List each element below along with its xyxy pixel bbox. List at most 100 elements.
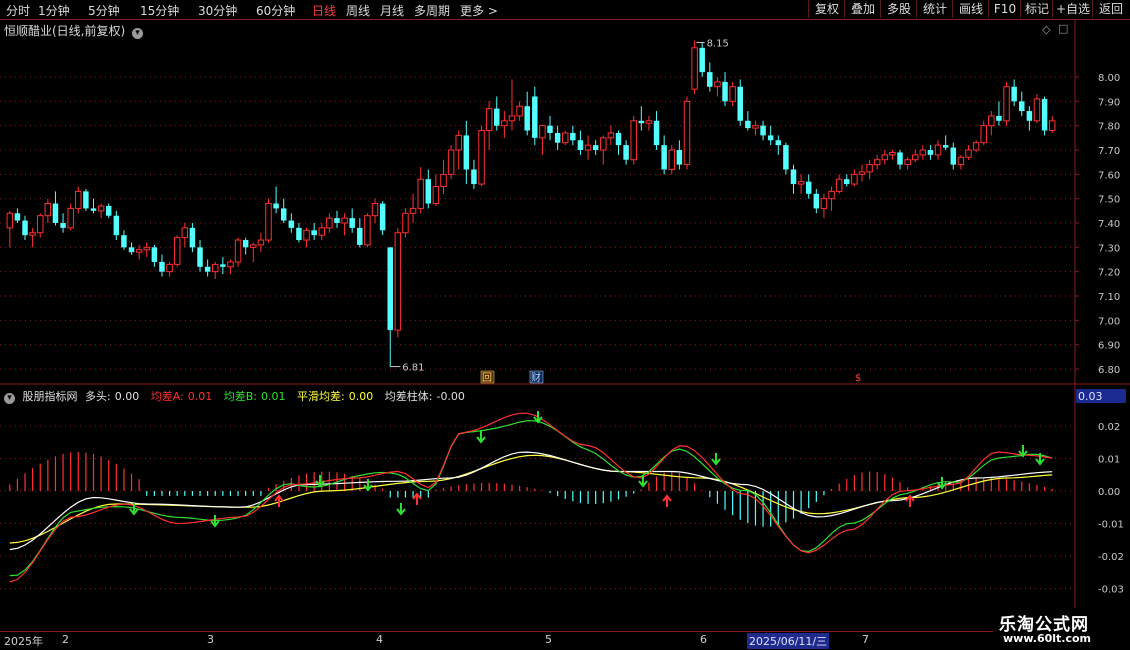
candle-body-down bbox=[357, 227, 363, 245]
candle-body-up bbox=[394, 232, 402, 331]
candle-body-down bbox=[379, 203, 386, 231]
diff-a-line bbox=[9, 412, 1053, 583]
candle-body-up bbox=[828, 190, 835, 200]
candle-body-down bbox=[204, 266, 211, 272]
candle-body-up bbox=[539, 125, 546, 139]
candle-body-down bbox=[1019, 101, 1025, 112]
candle-body-down bbox=[942, 145, 949, 148]
overlay-button[interactable]: 叠加 bbox=[844, 0, 881, 18]
candle-body-up bbox=[371, 203, 379, 217]
mark-button[interactable]: 标记 bbox=[1020, 0, 1053, 18]
candle-body-down bbox=[737, 86, 743, 121]
event-marker: $ bbox=[855, 373, 861, 384]
candle-body-down bbox=[524, 106, 530, 131]
diff-b-line bbox=[9, 420, 1053, 577]
candle-body-up bbox=[866, 164, 873, 173]
candle-body-up bbox=[797, 181, 805, 185]
candle-body-down bbox=[615, 132, 622, 146]
sell-arrow-icon bbox=[533, 411, 543, 424]
candle-body-down bbox=[897, 152, 903, 165]
add-favorite-button[interactable]: +自选 bbox=[1052, 0, 1093, 18]
selected-date-badge: 2025/06/11/三 bbox=[747, 633, 830, 649]
candle-body-down bbox=[676, 150, 683, 165]
price-tick-label: 6.80 bbox=[1098, 365, 1120, 376]
candle-body-down bbox=[1011, 86, 1017, 102]
indicator-chart[interactable]: 0.02 0.01 0.00 -0.01 -0.02 -0.03 0.03 bbox=[0, 385, 1130, 631]
tab-more[interactable]: 更多 > bbox=[460, 2, 498, 19]
multi-stock-button[interactable]: 多股 bbox=[880, 0, 917, 18]
date-label-apr: 4 bbox=[376, 633, 383, 646]
candle-body-up bbox=[729, 86, 736, 102]
statistics-button[interactable]: 统计 bbox=[916, 0, 953, 18]
tab-5min[interactable]: 5分钟 bbox=[88, 2, 120, 19]
candle-body-down bbox=[113, 215, 120, 236]
candle-body-down bbox=[570, 132, 576, 141]
candle-body-down bbox=[14, 213, 21, 221]
candle-body-up bbox=[835, 178, 843, 192]
candle-body-down bbox=[767, 135, 774, 141]
candle-body-down bbox=[996, 115, 1002, 121]
adjust-button[interactable]: 复权 bbox=[808, 0, 845, 18]
tab-daily[interactable]: 日线 bbox=[312, 2, 336, 19]
candle-body-up bbox=[501, 120, 508, 127]
tab-intraday[interactable]: 分时 bbox=[6, 2, 30, 19]
candle-body-up bbox=[820, 198, 828, 209]
tab-multi-period[interactable]: 多周期 bbox=[414, 2, 450, 19]
price-tick-label: 7.50 bbox=[1098, 195, 1120, 206]
candle-body-up bbox=[683, 100, 691, 166]
candle-body-up bbox=[37, 215, 44, 234]
indicator-tick-label: -0.02 bbox=[1098, 552, 1124, 563]
tab-15min[interactable]: 15分钟 bbox=[140, 2, 179, 19]
candle-body-down bbox=[273, 203, 279, 209]
indicator-tick-label: -0.03 bbox=[1098, 585, 1124, 596]
watermark-url: www.60lt.com bbox=[1003, 632, 1092, 645]
price-tick-label: 7.10 bbox=[1098, 292, 1120, 303]
candle-body-down bbox=[90, 208, 97, 211]
candle-body-up bbox=[341, 217, 348, 224]
candle-body-down bbox=[22, 220, 28, 236]
candle-body-up bbox=[691, 47, 698, 90]
candlestick-chart[interactable]: 8.00 7.90 7.80 7.70 7.60 7.50 7.40 7.30 7.20 7.10… bbox=[0, 20, 1130, 385]
candle-body-up bbox=[303, 229, 310, 241]
candle-body-up bbox=[432, 186, 440, 205]
candle-body-up bbox=[881, 154, 889, 161]
candle-body-up bbox=[417, 178, 424, 209]
candle-body-down bbox=[638, 120, 645, 124]
candle-body-down bbox=[159, 261, 165, 272]
tab-60min[interactable]: 60分钟 bbox=[256, 2, 295, 19]
candle-body-down bbox=[844, 179, 850, 185]
event-marker: 回 bbox=[482, 372, 492, 384]
tab-1min[interactable]: 1分钟 bbox=[38, 2, 70, 19]
candle-body-down bbox=[805, 181, 812, 194]
candle-body-down bbox=[699, 47, 705, 73]
tab-30min[interactable]: 30分钟 bbox=[198, 2, 237, 19]
back-button[interactable]: 返回 bbox=[1092, 0, 1129, 18]
date-label-jul: 7 bbox=[862, 633, 869, 646]
sell-arrow-icon bbox=[396, 503, 406, 516]
candle-body-down bbox=[52, 203, 59, 223]
date-label-year: 2025年 bbox=[4, 635, 43, 648]
candle-body-up bbox=[227, 261, 234, 268]
candle-body-down bbox=[1026, 111, 1033, 121]
candle-body-up bbox=[402, 212, 409, 234]
price-tick-label: 7.40 bbox=[1098, 219, 1120, 230]
candle-body-up bbox=[212, 263, 219, 273]
candle-body-down bbox=[189, 227, 196, 248]
candle-body-down bbox=[280, 208, 287, 221]
tab-monthly[interactable]: 月线 bbox=[380, 2, 404, 19]
candle-body-down bbox=[775, 140, 782, 146]
candle-body-up bbox=[957, 156, 965, 166]
date-axis: 2025年 2 3 4 5 6 2025/06/11/三 7 bbox=[0, 631, 1075, 649]
high-price-label: 8.15 bbox=[707, 39, 729, 50]
bull-line bbox=[9, 451, 1053, 551]
tab-weekly[interactable]: 周线 bbox=[346, 2, 370, 19]
candle-body-down bbox=[387, 247, 393, 331]
candle-body-up bbox=[584, 144, 592, 151]
buy-arrow-icon bbox=[412, 492, 422, 505]
candle-body-down bbox=[296, 227, 302, 241]
candle-body-up bbox=[858, 171, 866, 175]
candle-body-up bbox=[516, 105, 523, 117]
draw-line-button[interactable]: 画线 bbox=[952, 0, 989, 18]
candle-body-down bbox=[128, 247, 135, 253]
f10-button[interactable]: F10 bbox=[988, 0, 1021, 18]
